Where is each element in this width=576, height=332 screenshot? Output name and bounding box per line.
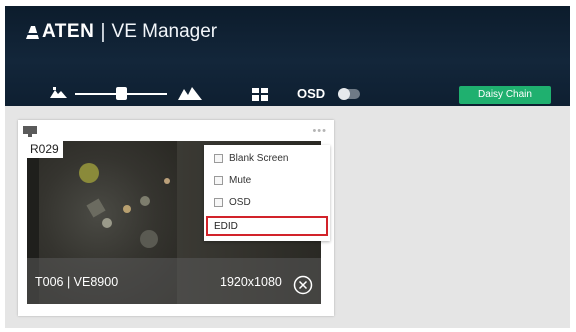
device-card[interactable]: ••• R029 T006 | VE8900 1920x1080 Blank S… — [18, 120, 334, 316]
toolbar: OSD Daisy Chain — [5, 80, 570, 106]
menu-item-osd[interactable]: OSD — [214, 193, 251, 211]
more-options-icon[interactable]: ••• — [312, 125, 327, 137]
menu-item-label: OSD — [229, 196, 251, 208]
large-mountain-icon[interactable] — [177, 84, 203, 102]
app-header: ATEN | VE Manager OSD Daisy Chain — [5, 6, 570, 106]
osd-toggle[interactable] — [338, 88, 360, 100]
daisy-chain-button[interactable]: Daisy Chain — [459, 86, 551, 104]
grid-layout-icon[interactable] — [252, 88, 268, 101]
app-title: VE Manager — [111, 21, 218, 42]
monitor-icon — [23, 126, 37, 137]
zoom-slider-thumb[interactable] — [115, 87, 127, 100]
menu-item-mute[interactable]: Mute — [214, 171, 251, 189]
menu-item-edid[interactable]: EDID — [206, 216, 328, 236]
blank-screen-checkbox[interactable] — [214, 153, 223, 163]
device-label: T006 | VE8900 — [35, 275, 119, 289]
menu-item-label: Blank Screen — [229, 152, 289, 164]
room-furniture-graphic — [79, 163, 170, 248]
osd-checkbox[interactable] — [214, 197, 223, 207]
small-mountain-icon[interactable] — [49, 86, 69, 100]
context-menu: Blank Screen Mute OSD EDID — [204, 145, 330, 241]
osd-label: OSD — [297, 86, 326, 101]
aten-logo-icon — [26, 26, 39, 39]
menu-item-label: Mute — [229, 174, 252, 186]
resolution-label: 1920x1080 — [220, 275, 282, 289]
close-icon[interactable] — [293, 275, 313, 295]
brand-text: ATEN — [42, 21, 95, 42]
room-id-badge: R029 — [27, 141, 63, 158]
aten-logo: ATEN — [25, 21, 94, 43]
workspace: ••• R029 T006 | VE8900 1920x1080 Blank S… — [5, 106, 570, 328]
brand: ATEN | VE Manager — [25, 20, 217, 44]
mute-checkbox[interactable] — [214, 175, 223, 185]
osd-toggle-knob[interactable] — [338, 88, 350, 100]
brand-separator: | — [100, 20, 106, 43]
menu-item-blank-screen[interactable]: Blank Screen — [214, 149, 288, 167]
